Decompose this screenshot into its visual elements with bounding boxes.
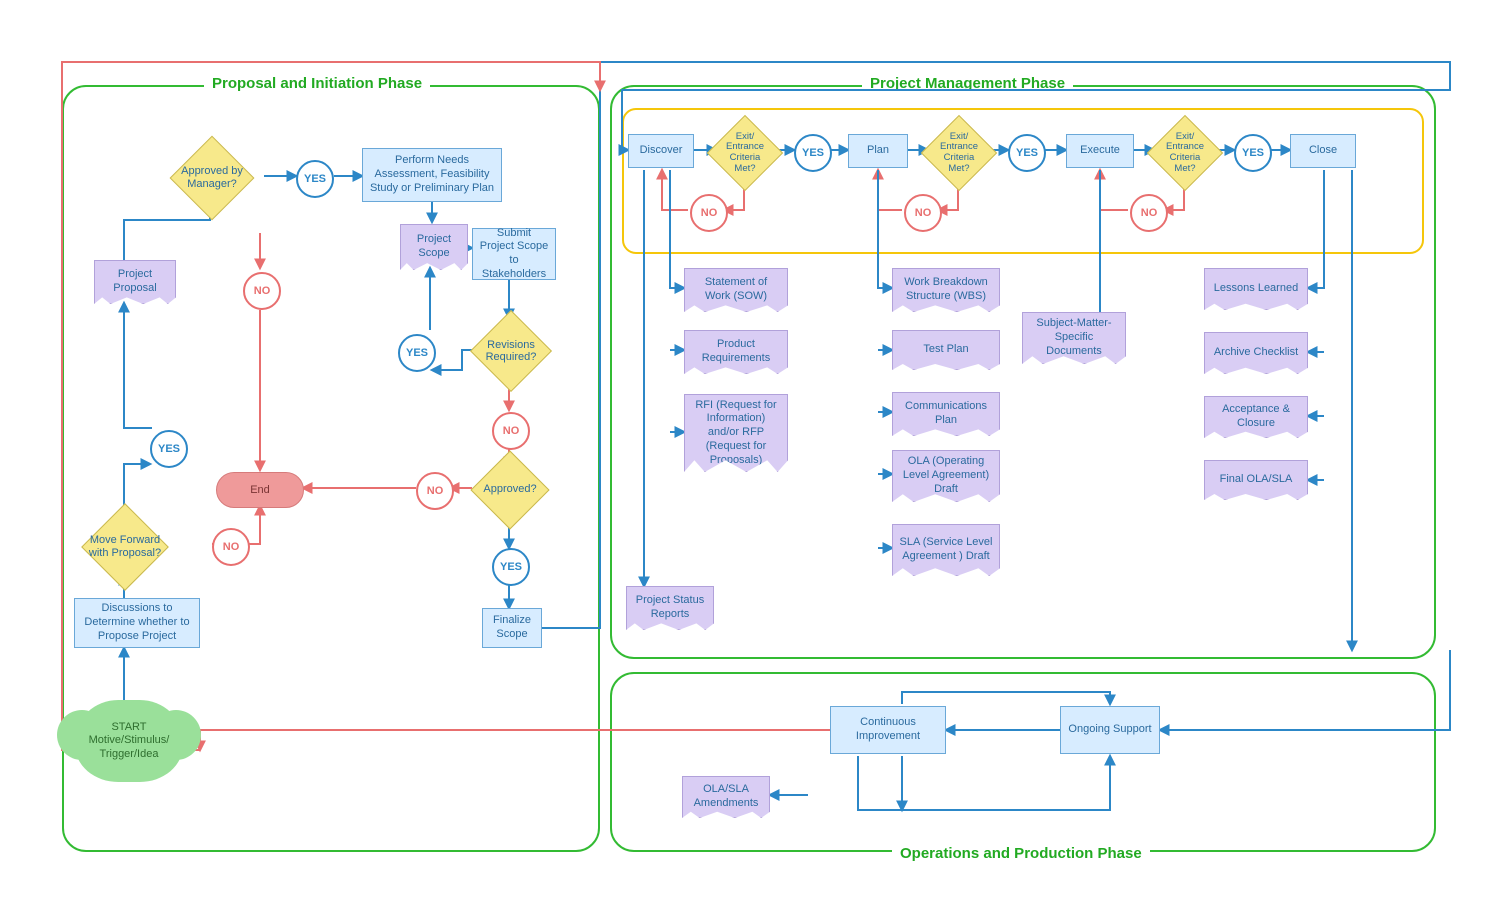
approved-decision: Approved? [470, 450, 549, 529]
continuous-improvement-box: Continuous Improvement [830, 706, 946, 754]
no-circle: NO [690, 194, 728, 232]
project-status-doc: Project Status Reports [626, 586, 714, 630]
execute-box: Execute [1066, 134, 1134, 168]
test-plan-doc: Test Plan [892, 330, 1000, 370]
no-circle: NO [904, 194, 942, 232]
approved-by-manager-decision: Approved by Manager? [170, 136, 255, 221]
close-box: Close [1290, 134, 1356, 168]
sla-draft-doc: SLA (Service Level Agreement ) Draft [892, 524, 1000, 576]
revisions-required-decision: Revisions Required? [470, 310, 552, 392]
yes-circle: YES [1234, 134, 1272, 172]
perform-needs-box: Perform Needs Assessment, Feasibility St… [362, 148, 502, 202]
ola-sla-amendments-doc: OLA/SLA Amendments [682, 776, 770, 818]
yes-circle: YES [296, 160, 334, 198]
submit-scope-box: Submit Project Scope to Stakeholders [472, 228, 556, 280]
sow-doc: Statement of Work (SOW) [684, 268, 788, 312]
final-ola-sla-doc: Final OLA/SLA [1204, 460, 1308, 500]
plan-box: Plan [848, 134, 908, 168]
phase-title-pm: Project Management Phase [862, 75, 1073, 92]
phase-title-proposal: Proposal and Initiation Phase [204, 75, 430, 92]
subject-matter-doc: Subject-Matter- Specific Documents [1022, 312, 1126, 364]
ola-draft-doc: OLA (Operating Level Agreement) Draft [892, 450, 1000, 502]
yes-circle: YES [794, 134, 832, 172]
yes-circle: YES [492, 548, 530, 586]
ongoing-support-box: Ongoing Support [1060, 706, 1160, 754]
start-cloud: START Motive/Stimulus/ Trigger/Idea [75, 700, 183, 782]
diagram-stage: Proposal and Initiation Phase Project Ma… [0, 0, 1500, 920]
communications-plan-doc: Communications Plan [892, 392, 1000, 436]
phase-ops: Operations and Production Phase [610, 672, 1436, 852]
move-forward-decision: Move Forward with Proposal? [81, 503, 169, 591]
acceptance-closure-doc: Acceptance & Closure [1204, 396, 1308, 438]
no-circle: NO [1130, 194, 1168, 232]
exit-criteria-2: Exit/ Entrance Criteria Met? [921, 115, 997, 191]
lessons-learned-doc: Lessons Learned [1204, 268, 1308, 310]
end-terminator: End [216, 472, 304, 508]
yes-circle: YES [150, 430, 188, 468]
no-circle: NO [492, 412, 530, 450]
wbs-doc: Work Breakdown Structure (WBS) [892, 268, 1000, 312]
yes-circle: YES [398, 334, 436, 372]
discover-box: Discover [628, 134, 694, 168]
no-circle: NO [243, 272, 281, 310]
archive-checklist-doc: Archive Checklist [1204, 332, 1308, 374]
project-proposal-doc: Project Proposal [94, 260, 176, 304]
product-req-doc: Product Requirements [684, 330, 788, 374]
finalize-scope-box: Finalize Scope [482, 608, 542, 648]
no-circle: NO [212, 528, 250, 566]
yes-circle: YES [1008, 134, 1046, 172]
project-scope-doc: Project Scope [400, 224, 468, 270]
rfi-rfp-doc: RFI (Request for Information) and/or RFP… [684, 394, 788, 472]
discussions-box: Discussions to Determine whether to Prop… [74, 598, 200, 648]
phase-title-ops: Operations and Production Phase [892, 845, 1150, 862]
exit-criteria-1: Exit/ Entrance Criteria Met? [707, 115, 783, 191]
no-circle: NO [416, 472, 454, 510]
exit-criteria-3: Exit/ Entrance Criteria Met? [1147, 115, 1223, 191]
